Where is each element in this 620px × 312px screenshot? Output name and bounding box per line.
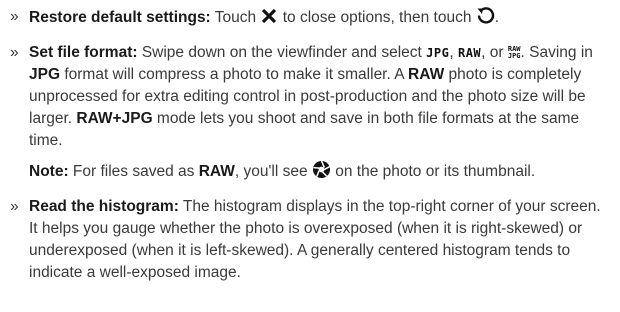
- instruction-list: » Restore default settings: Touch to clo…: [0, 0, 620, 284]
- body-text: on the photo or its thumbnail.: [330, 163, 536, 180]
- aperture-icon: [312, 160, 331, 186]
- body-text: Touch: [210, 9, 261, 26]
- body-text: ,: [449, 44, 458, 61]
- bullet-marker: »: [10, 198, 19, 215]
- body-text: For files saved as: [68, 163, 199, 180]
- item-title: Set file format:: [29, 44, 138, 61]
- body-text: .: [494, 9, 500, 26]
- list-item-file-format: » Set file format: Swipe down on the vie…: [10, 42, 610, 186]
- emphasis: JPG: [29, 66, 61, 83]
- paragraph: Read the histogram: The histogram displa…: [29, 196, 610, 284]
- paragraph: Restore default settings: Touch to close…: [29, 6, 610, 32]
- body-text: Swipe down on the viewfinder and select: [137, 44, 427, 61]
- body-text: to close options, then touch: [278, 9, 476, 26]
- list-item-histogram: » Read the histogram: The histogram disp…: [10, 196, 610, 284]
- body-text: , you'll see: [234, 163, 312, 180]
- paragraph: Set file format: Swipe down on the viewf…: [29, 42, 610, 152]
- list-item-restore-defaults: » Restore default settings: Touch to clo…: [10, 6, 610, 32]
- close-x-icon: [260, 7, 278, 32]
- body-text: . Saving in: [520, 44, 593, 61]
- format-label-bottom: JPG: [507, 52, 521, 60]
- item-title: Restore default settings:: [29, 9, 211, 26]
- body-text: , or: [481, 44, 508, 61]
- body-text: format will compress a photo to make it …: [60, 66, 409, 83]
- reset-arrow-icon: [476, 6, 495, 32]
- item-title: Read the histogram:: [29, 198, 179, 215]
- bullet-marker: »: [10, 44, 19, 61]
- jpg-format-icon: JPG: [426, 46, 450, 60]
- bullet-marker: »: [10, 8, 19, 25]
- note-label: Note:: [29, 163, 69, 180]
- note-paragraph: Note: For files saved as RAW, you'll see…: [29, 160, 610, 186]
- raw-jpg-format-icon: RAW JPG: [508, 46, 521, 60]
- emphasis: RAW: [408, 66, 445, 83]
- raw-format-icon: RAW: [457, 46, 482, 60]
- emphasis: RAW+JPG: [76, 110, 153, 127]
- emphasis: RAW: [198, 163, 235, 180]
